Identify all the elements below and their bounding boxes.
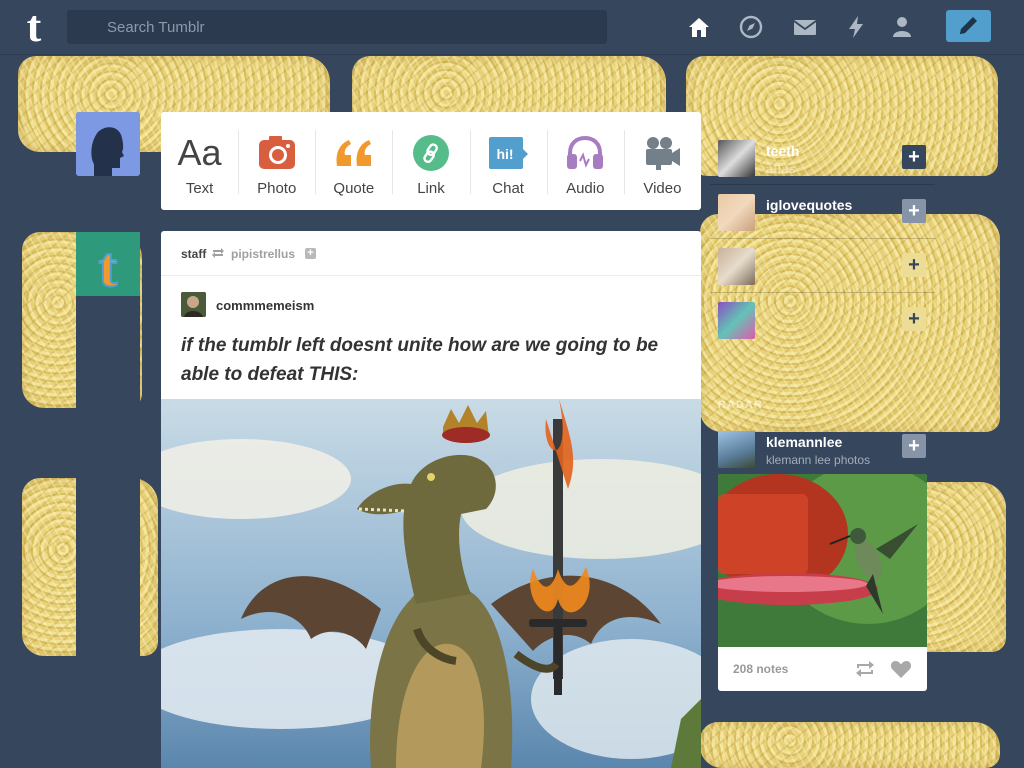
- activity-icon[interactable]: [843, 14, 869, 40]
- recommended-blog[interactable]: [718, 241, 903, 291]
- camera-icon: [238, 128, 315, 178]
- explore-icon[interactable]: [738, 14, 764, 40]
- post-type-label: Chat: [492, 180, 524, 197]
- chat-icon: hi!: [470, 128, 547, 178]
- post-author-link[interactable]: staff: [181, 247, 206, 261]
- svg-text:t: t: [99, 237, 118, 296]
- recommended-blog[interactable]: [718, 295, 903, 345]
- link-icon: [392, 128, 469, 178]
- follow-plus-button[interactable]: +: [902, 145, 926, 169]
- post-type-link[interactable]: Link: [392, 112, 469, 210]
- blog-subtitle: atlas: [766, 162, 797, 176]
- follow-plus-button[interactable]: +: [902, 199, 926, 223]
- tumblr-t-icon: t: [76, 232, 140, 300]
- radar-heading: RADAR: [718, 399, 763, 411]
- follow-plus-button[interactable]: +: [902, 434, 926, 458]
- tumblr-logo[interactable]: t: [14, 5, 54, 49]
- dashboard-post: staff pipistrellus + commmemeism if the …: [161, 231, 701, 768]
- post-type-label: Photo: [257, 180, 297, 197]
- quote-icon: [315, 128, 392, 178]
- radar-blog[interactable]: klemannlee klemann lee photos: [718, 424, 903, 474]
- user-avatar[interactable]: [76, 112, 140, 176]
- post-type-bar: Aa Text Photo Quote Link hi! Chat Audio …: [161, 112, 701, 210]
- svg-text:hi!: hi!: [497, 146, 514, 162]
- headphones-icon: [547, 128, 624, 178]
- blog-avatar: [718, 431, 755, 468]
- blog-name: iglovequotes: [766, 197, 853, 213]
- divider: [710, 184, 935, 185]
- follow-plus-icon[interactable]: +: [305, 248, 316, 259]
- follow-plus-button[interactable]: +: [902, 307, 926, 331]
- post-type-chat[interactable]: hi! Chat: [469, 112, 547, 210]
- radar-post-card: 208 notes: [718, 474, 927, 691]
- post-type-photo[interactable]: Photo: [238, 112, 315, 210]
- recommended-blog[interactable]: iglovequotes: [718, 187, 903, 237]
- text-icon: Aa: [177, 132, 222, 173]
- post-image-dinosaur-king[interactable]: [161, 399, 701, 768]
- notes-count[interactable]: 208 notes: [733, 662, 788, 676]
- post-type-audio[interactable]: Audio: [546, 112, 624, 210]
- radar-image-hummingbird[interactable]: [718, 474, 927, 647]
- source-blog-name[interactable]: commmemeism: [216, 298, 314, 313]
- blog-subtitle: klemann lee photos: [766, 453, 871, 467]
- follow-plus-button[interactable]: +: [902, 253, 926, 277]
- inbox-icon[interactable]: [792, 14, 818, 40]
- top-navigation-bar: t: [0, 0, 1024, 55]
- blog-avatar: [718, 140, 755, 177]
- heart-icon[interactable]: [890, 659, 912, 679]
- post-type-quote[interactable]: Quote: [315, 112, 392, 210]
- reblogged-from-link[interactable]: pipistrellus: [231, 247, 295, 261]
- post-type-label: Video: [643, 180, 682, 197]
- reblog-icon[interactable]: [854, 659, 876, 679]
- pencil-icon: [960, 17, 977, 34]
- post-body-text: if the tumblr left doesnt unite how are …: [181, 335, 659, 385]
- staff-avatar[interactable]: t: [76, 232, 140, 300]
- post-header: staff pipistrellus +: [161, 231, 701, 276]
- post-type-label: Link: [417, 180, 445, 197]
- divider: [710, 238, 935, 239]
- post-type-label: Text: [185, 180, 214, 197]
- ramen-background-patch: [700, 722, 1000, 768]
- video-camera-icon: [624, 128, 701, 178]
- compose-button[interactable]: [946, 10, 991, 42]
- blog-avatar: [718, 194, 755, 231]
- recommended-blog[interactable]: teeth atlas: [718, 133, 903, 183]
- post-type-label: Audio: [566, 180, 605, 197]
- search-input[interactable]: [67, 10, 607, 44]
- silhouette-icon: [76, 112, 140, 176]
- post-type-text[interactable]: Aa Text: [161, 112, 238, 210]
- reblog-icon: [212, 248, 224, 258]
- blog-name: teeth: [766, 143, 800, 159]
- account-icon[interactable]: [889, 14, 915, 40]
- divider: [710, 292, 935, 293]
- source-avatar[interactable]: [181, 292, 206, 317]
- post-type-label: Quote: [333, 180, 375, 197]
- post-type-video[interactable]: Video: [623, 112, 701, 210]
- home-icon[interactable]: [686, 14, 712, 40]
- staff-rail: [76, 296, 140, 768]
- blog-avatar: [718, 302, 755, 339]
- blog-name: klemannlee: [766, 434, 843, 450]
- blog-avatar: [718, 248, 755, 285]
